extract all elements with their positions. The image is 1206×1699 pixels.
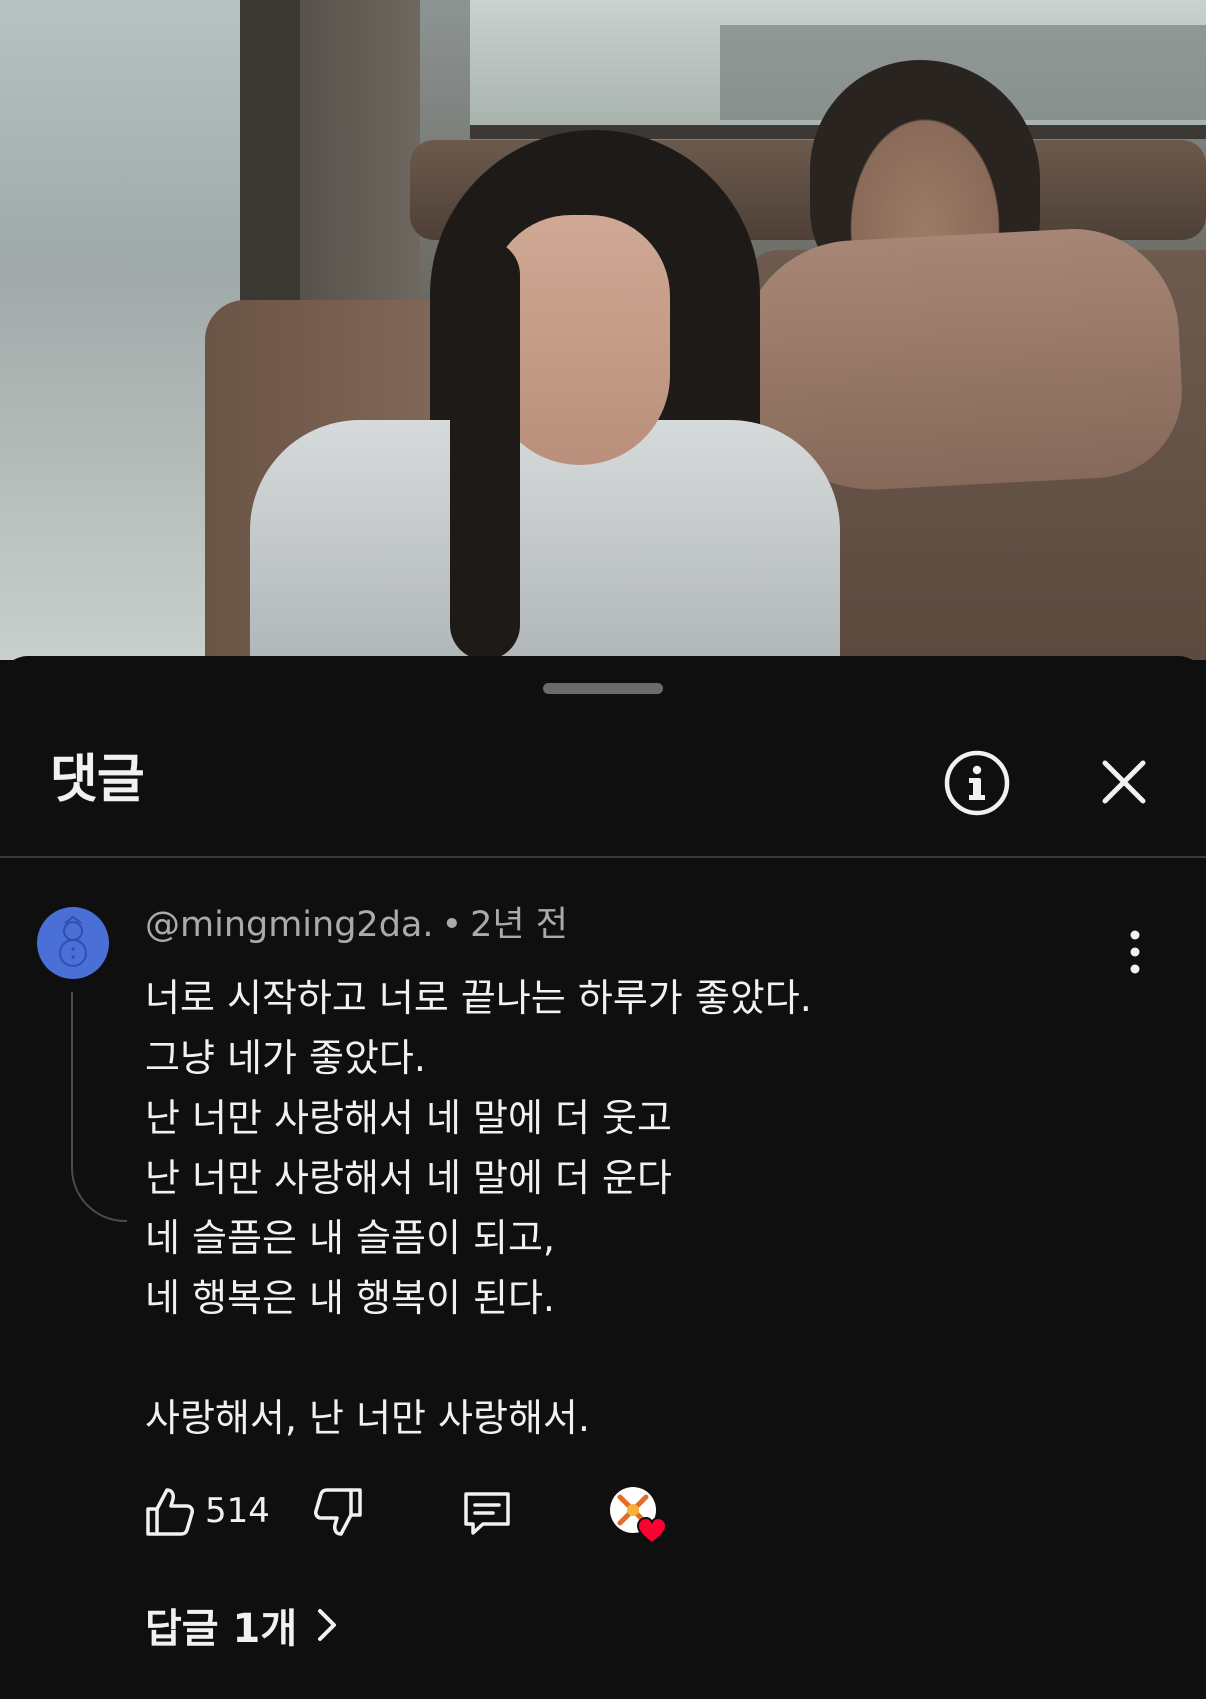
- creator-heart-icon: [610, 1487, 668, 1545]
- header-divider: [0, 856, 1206, 858]
- sheet-title: 댓글: [50, 750, 145, 810]
- comment-reply-icon: [464, 1492, 510, 1535]
- creator-heart-badge: [608, 1485, 670, 1547]
- comment-line: 네 슬픔은 내 슬픔이 되고,: [145, 1216, 555, 1260]
- comment-author[interactable]: @mingming2da.: [145, 905, 434, 945]
- comment-line: 네 행복은 내 행복이 된다.: [145, 1276, 555, 1320]
- reply-button[interactable]: [457, 1482, 517, 1542]
- avatar[interactable]: [37, 907, 109, 979]
- close-button[interactable]: [1097, 755, 1151, 809]
- video-player[interactable]: [0, 0, 1206, 660]
- thread-line: [71, 992, 127, 1222]
- comment-line: 그냥 네가 좋았다.: [145, 1036, 426, 1080]
- like-count: 514: [205, 1491, 270, 1531]
- chevron-right-icon: [318, 1609, 337, 1641]
- comments-sheet: 댓글 @mingming2da. • 2년 전 너로 시작하고 너로 끝나는 하…: [0, 656, 1206, 1699]
- comment-line: 난 너만 사랑해서 네 말에 더 운다: [145, 1156, 672, 1200]
- thumbs-down-icon: [314, 1488, 362, 1536]
- info-button[interactable]: [943, 749, 1011, 817]
- replies-label: 답글 1개: [145, 1606, 298, 1652]
- comment-line-blank: [145, 1328, 812, 1388]
- snowman-icon: [59, 915, 87, 967]
- comment-meta: @mingming2da. • 2년 전: [145, 908, 568, 943]
- like-button[interactable]: [140, 1482, 200, 1542]
- comment-text: 너로 시작하고 너로 끝나는 하루가 좋았다. 그냥 네가 좋았다. 난 너만 …: [145, 968, 812, 1448]
- comment-line: 사랑해서, 난 너만 사랑해서.: [145, 1396, 590, 1440]
- more-options-button[interactable]: [1110, 922, 1160, 982]
- drag-handle[interactable]: [543, 683, 663, 694]
- more-vert-icon: [1130, 930, 1140, 974]
- comment-line: 난 너만 사랑해서 네 말에 더 웃고: [145, 1096, 672, 1140]
- comment-time: 2년 전: [470, 905, 568, 945]
- close-icon: [1102, 760, 1146, 804]
- thumbs-up-icon: [146, 1488, 194, 1536]
- dislike-button[interactable]: [308, 1482, 368, 1542]
- info-circle-icon: [944, 750, 1010, 816]
- view-replies-button[interactable]: 답글 1개: [145, 1595, 339, 1655]
- meta-separator: •: [441, 905, 463, 945]
- comment-line: 너로 시작하고 너로 끝나는 하루가 좋았다.: [145, 976, 812, 1020]
